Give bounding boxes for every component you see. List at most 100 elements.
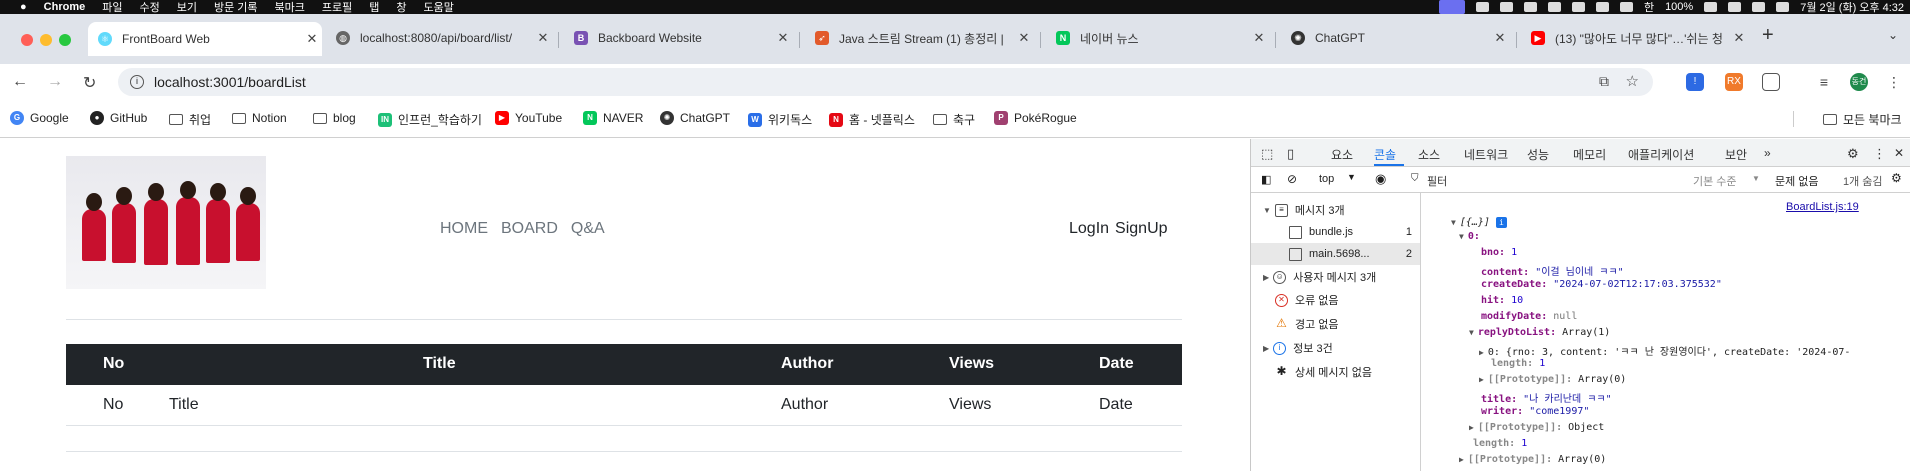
context-chevron-icon[interactable]: ▼ (1347, 172, 1356, 182)
tab-network[interactable]: 네트워크 (1464, 146, 1508, 163)
zoom-icon[interactable] (1475, 2, 1489, 12)
address-bar[interactable]: i localhost:3001/boardList ⧉ ☆ (118, 68, 1653, 96)
site-info-icon[interactable]: i (130, 75, 144, 89)
tab-performance[interactable]: 성능 (1527, 146, 1549, 163)
bookmark-google[interactable]: G Google (10, 111, 69, 125)
tab-close-icon[interactable]: ✕ (1249, 30, 1269, 46)
signup-link[interactable]: SignUp (1115, 220, 1167, 238)
app-status-icon[interactable] (1438, 0, 1465, 14)
search-icon[interactable] (1752, 2, 1766, 12)
bookmark-netflix[interactable]: N 홈 - 넷플릭스 (829, 111, 915, 128)
tab-elements[interactable]: 요소 (1331, 146, 1353, 163)
sidebar-messages[interactable]: ▼ ≡ 메시지 3개 (1251, 199, 1420, 221)
sidebar-toggle-icon[interactable]: ◧ (1261, 173, 1271, 186)
reload-icon[interactable]: ↻ (83, 73, 96, 93)
nav-qna-link[interactable]: Q&A (571, 220, 605, 238)
menu-app-name[interactable]: Chrome (44, 1, 86, 13)
login-link[interactable]: LogIn (1069, 220, 1109, 238)
window-close-button[interactable] (21, 34, 33, 46)
device-toolbar-icon[interactable]: ▯ (1287, 146, 1294, 162)
tab-search-chevron-icon[interactable]: ⌄ (1888, 28, 1898, 42)
bookmark-folder-notion[interactable]: Notion (232, 111, 287, 125)
sidebar-bundle-js[interactable]: bundle.js 1 (1251, 221, 1420, 243)
tab-youtube[interactable]: ▶ (13) "많아도 너무 많다"…'쉬는 청 ✕ (1521, 22, 1749, 54)
menu-profiles[interactable]: 프로필 (322, 0, 352, 14)
tab-chatgpt[interactable]: ✺ ChatGPT ✕ (1281, 22, 1510, 54)
nav-home-link[interactable]: HOME (440, 220, 488, 238)
1password-icon[interactable]: ! (1686, 73, 1704, 91)
issues-counter[interactable]: 문제 없음 (1775, 173, 1819, 189)
bookmark-github[interactable]: ● GitHub (90, 111, 147, 125)
forward-icon[interactable]: → (47, 73, 63, 91)
sidebar-warnings[interactable]: ⚠ 경고 없음 (1251, 313, 1420, 335)
log-level-dropdown[interactable]: 기본 수준 (1693, 173, 1737, 189)
tab-java-stream[interactable]: ➶ Java 스트림 Stream (1) 총정리 | ✕ (805, 22, 1034, 54)
discord-icon[interactable] (1499, 2, 1513, 12)
sidebar-info[interactable]: ▶ i 정보 3건 (1251, 337, 1420, 359)
bookmark-star-icon[interactable]: ☆ (1626, 72, 1639, 90)
media-control-icon[interactable]: ≡ (1815, 73, 1833, 91)
bookmark-wikidocs[interactable]: W 위키독스 (748, 111, 812, 128)
battery-icon[interactable] (1704, 2, 1718, 12)
menu-file[interactable]: 파일 (102, 0, 122, 14)
apple-icon[interactable]: ● (20, 1, 27, 13)
tab-application[interactable]: 애플리케이션 (1628, 146, 1694, 163)
context-selector[interactable]: top (1319, 173, 1334, 185)
bookmark-chatgpt[interactable]: ✺ ChatGPT (660, 111, 730, 125)
tab-security[interactable]: 보안 (1725, 146, 1747, 163)
bookmark-folder-jobs[interactable]: 취업 (169, 111, 211, 128)
menu-view[interactable]: 보기 (177, 0, 197, 14)
menu-tab[interactable]: 탭 (369, 0, 379, 14)
tab-console[interactable]: 콘솔 (1374, 146, 1396, 163)
bookmark-folder-blog[interactable]: blog (313, 111, 356, 125)
tab-api-board-list[interactable]: ◍ localhost:8080/api/board/list/ ✕ (326, 22, 553, 54)
tab-close-icon[interactable]: ✕ (1014, 30, 1034, 46)
tab-backboard[interactable]: B Backboard Website ✕ (564, 22, 793, 54)
log-array-line[interactable]: ▼ [{…}] i (1451, 217, 1507, 228)
more-tabs-icon[interactable]: » (1764, 146, 1771, 160)
wallet-icon[interactable] (1619, 2, 1633, 12)
clear-console-icon[interactable]: ⊘ (1287, 172, 1297, 186)
devtools-menu-icon[interactable]: ⋮ (1873, 146, 1886, 162)
url-text[interactable]: localhost:3001/boardList (154, 74, 306, 90)
bookmark-youtube[interactable]: ▶ YouTube (495, 111, 562, 125)
bookmark-pokerogue[interactable]: P PokéRogue (994, 111, 1077, 125)
cloud-icon[interactable] (1547, 2, 1561, 12)
tab-close-icon[interactable]: ✕ (1729, 30, 1749, 46)
notification-icon[interactable] (1523, 2, 1537, 12)
wifi-icon[interactable] (1728, 2, 1742, 12)
log-reply-item[interactable]: ▶ 0: {rno: 3, content: 'ㅋㅋ 난 장원영이다', crea… (1479, 343, 1850, 358)
close-devtools-icon[interactable]: ✕ (1894, 146, 1904, 160)
battery-percent[interactable]: 100% (1665, 1, 1693, 13)
tab-memory[interactable]: 메모리 (1573, 146, 1606, 163)
source-link[interactable]: BoardList.js:19 (1786, 201, 1859, 213)
menubar-clock[interactable]: 7월 2일 (화) 오후 4:32 (1800, 0, 1904, 14)
menu-window[interactable]: 창 (396, 0, 406, 14)
menu-bookmarks[interactable]: 북마크 (275, 0, 305, 14)
bookmark-inflearn[interactable]: IN 인프런_학습하기 (378, 111, 482, 128)
tab-close-icon[interactable]: ✕ (302, 31, 322, 47)
back-icon[interactable]: ← (12, 73, 28, 91)
tab-close-icon[interactable]: ✕ (773, 30, 793, 46)
clipboard-icon[interactable] (1571, 2, 1585, 12)
log-prototype[interactable]: ▶ [[Prototype]]: Array(0) (1459, 454, 1606, 465)
cell-title[interactable]: Title (169, 396, 199, 414)
tab-sources[interactable]: 소스 (1418, 146, 1440, 163)
window-minimize-button[interactable] (40, 34, 52, 46)
nav-board-link[interactable]: BOARD (501, 220, 558, 238)
bookmark-folder-soccer[interactable]: 축구 (933, 111, 975, 128)
log-index-line[interactable]: ▼ 0: (1459, 231, 1480, 242)
tab-naver-news[interactable]: N 네이버 뉴스 ✕ (1046, 22, 1269, 54)
table-row[interactable]: No Title Author Views Date (66, 385, 1182, 426)
menu-help[interactable]: 도움말 (424, 0, 454, 14)
sidebar-errors[interactable]: ✕ 오류 없음 (1251, 289, 1420, 311)
settings-gear-icon[interactable]: ⚙ (1847, 146, 1859, 162)
bookmark-naver[interactable]: N NAVER (583, 111, 643, 125)
media-play-icon[interactable] (1595, 2, 1609, 12)
window-zoom-button[interactable] (59, 34, 71, 46)
log-prototype[interactable]: ▶ [[Prototype]]: Object (1469, 422, 1604, 433)
menu-history[interactable]: 방문 기록 (214, 0, 258, 14)
extensions-icon[interactable] (1762, 73, 1780, 91)
inspect-element-icon[interactable]: ⬚ (1261, 146, 1273, 162)
live-expression-eye-icon[interactable]: ◉ (1375, 171, 1386, 187)
